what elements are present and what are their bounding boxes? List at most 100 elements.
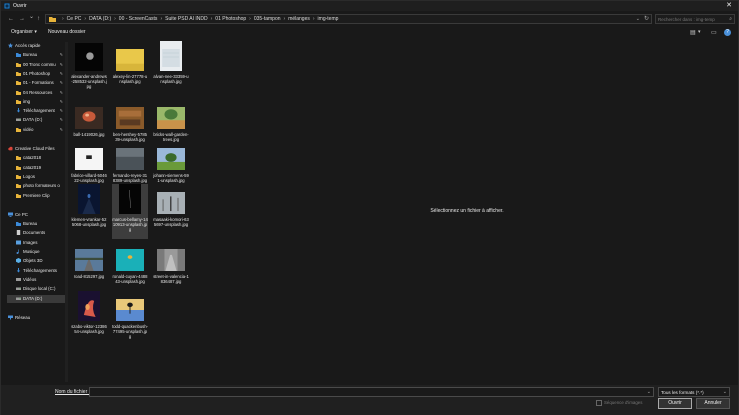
breadcrumb-separator[interactable]: ›: [284, 16, 286, 22]
sidebar-item[interactable]: Bureau ✎: [7, 51, 65, 59]
pin-icon[interactable]: ✎: [60, 52, 63, 57]
filename-dropdown-icon[interactable]: ⌄: [647, 389, 651, 395]
file-item[interactable]: masaaki-komori-635697-unsplash.jpg: [153, 184, 189, 239]
sidebar-item[interactable]: DATA (D:): [7, 294, 65, 303]
view-dropdown-icon[interactable]: ▾: [698, 29, 701, 35]
sidebar-scrollbar[interactable]: [65, 42, 68, 382]
pin-icon[interactable]: ✎: [60, 108, 63, 113]
breadcrumb-separator[interactable]: ›: [84, 16, 86, 22]
breadcrumb-separator[interactable]: ›: [160, 16, 162, 22]
sidebar-item[interactable]: Creative Cloud Files: [7, 145, 65, 153]
sidebar-item[interactable]: Documents: [7, 229, 65, 237]
file-item[interactable]: street-in-valencia-1836487.jpg: [153, 241, 189, 293]
breadcrumb-item[interactable]: img-temp: [318, 16, 339, 22]
sidebar-item[interactable]: Disque local (C:): [7, 285, 65, 293]
pin-icon[interactable]: ✎: [60, 117, 63, 122]
sidebar-item[interactable]: Musique: [7, 248, 65, 256]
breadcrumb-separator[interactable]: ›: [62, 16, 64, 22]
checkbox-box[interactable]: [596, 400, 602, 406]
sidebar-item[interactable]: Accès rapide: [7, 42, 65, 50]
file-name: street-in-valencia-1836487.jpg: [153, 274, 189, 284]
refresh-icon[interactable]: ↻: [644, 15, 649, 22]
pin-icon[interactable]: ✎: [60, 80, 63, 85]
breadcrumb-separator[interactable]: ›: [211, 16, 213, 22]
breadcrumb-item[interactable]: Suite PSD AI INDD: [165, 16, 208, 22]
pin-icon[interactable]: ✎: [60, 127, 63, 132]
file-item[interactable]: todd-quackenbush-77495-unsplash.jpg: [112, 291, 148, 346]
filename-field[interactable]: ⌄: [89, 387, 654, 397]
file-item[interactable]: alvan-nee-33359-unsplash.jpg: [153, 41, 189, 93]
breadcrumb-item[interactable]: 01 Photoshop: [215, 16, 246, 22]
sidebar-item[interactable]: Premiere Clip: [7, 192, 65, 200]
sidebar-item[interactable]: vidéo ✎: [7, 126, 65, 134]
cloud-icon: [8, 146, 13, 151]
image-thumbnail: [75, 107, 103, 129]
sidebar-item[interactable]: Téléchargements: [7, 267, 65, 275]
breadcrumb-separator[interactable]: ›: [313, 16, 315, 22]
up-arrow-icon[interactable]: ↑: [37, 15, 40, 23]
sidebar-item[interactable]: Logos: [7, 173, 65, 181]
new-folder-button[interactable]: Nouveau dossier: [48, 29, 86, 35]
image-sequence-checkbox[interactable]: Séquence d'images: [596, 400, 642, 406]
recent-locations-chevron-icon[interactable]: ⌄: [29, 13, 34, 21]
sidebar-item[interactable]: Images: [7, 239, 65, 247]
forward-arrow-icon[interactable]: →: [19, 15, 25, 23]
sidebar-item[interactable]: 04 Ressources ✎: [7, 89, 65, 97]
image-thumbnail: [116, 148, 144, 170]
sidebar-item[interactable]: Bureau: [7, 220, 65, 228]
address-bar[interactable]: › Ce PC › DATA (D:) › 00 - ScreenCasts › Suite …: [45, 14, 652, 24]
filetype-value: Tous les formats (*.*): [661, 390, 704, 395]
search-box[interactable]: ⌕: [655, 14, 735, 24]
file-name: road-815297.jpg: [73, 274, 105, 279]
sidebar-item[interactable]: 00 Tronc commu ✎: [7, 61, 65, 69]
pin-icon[interactable]: ✎: [60, 90, 63, 95]
filetype-dropdown-icon[interactable]: ⌄: [723, 389, 727, 395]
file-item[interactable]: marcus-bellamy-1410913-unsplash.jpg: [112, 184, 148, 239]
pin-icon[interactable]: ✎: [60, 99, 63, 104]
address-dropdown-icon[interactable]: ⌄: [636, 16, 640, 22]
breadcrumb-item[interactable]: 00 - ScreenCasts: [119, 16, 158, 22]
sidebar-item[interactable]: Téléchargement ✎: [7, 107, 65, 115]
file-item[interactable]: szabo-viktor-1238654-unsplash.jpg: [71, 291, 107, 346]
organize-button[interactable]: Organiser ▾: [11, 29, 37, 35]
sidebar-item[interactable]: cata2018: [7, 154, 65, 162]
sidebar-item[interactable]: photo formateurs o: [7, 182, 65, 190]
sidebar-item[interactable]: Vidéos: [7, 276, 65, 284]
sidebar-item[interactable]: Objets 3D: [7, 257, 65, 265]
breadcrumb-item[interactable]: DATA (D:): [89, 16, 111, 22]
file-item[interactable]: ronald-cuyan-448843-unsplash.jpg: [112, 241, 148, 293]
preview-pane-icon[interactable]: ▭: [711, 29, 717, 36]
view-options-icon[interactable]: ▤: [690, 29, 696, 36]
breadcrumb-item[interactable]: mélanges: [288, 16, 310, 22]
sidebar-item-label: cata2018: [23, 155, 42, 161]
filetype-select[interactable]: Tous les formats (*.*) ⌄: [658, 387, 730, 397]
address-row: ← → ⌄ ↑ › Ce PC › DATA (D:) › 00 - ScreenCast…: [1, 12, 738, 26]
file-name: ronald-cuyan-448843-unsplash.jpg: [112, 274, 148, 284]
search-input[interactable]: [658, 16, 724, 23]
breadcrumb-separator[interactable]: ›: [249, 16, 251, 22]
help-icon[interactable]: ?: [724, 29, 731, 36]
breadcrumb-item[interactable]: Ce PC: [67, 16, 82, 22]
sidebar-item[interactable]: DATA (D:) ✎: [7, 116, 65, 124]
pin-icon[interactable]: ✎: [60, 62, 63, 67]
close-icon[interactable]: ✕: [726, 2, 732, 10]
cancel-button[interactable]: Annuler: [696, 398, 730, 409]
sidebar-item[interactable]: cata2019: [7, 164, 65, 172]
sidebar-item[interactable]: img ✎: [7, 98, 65, 106]
file-name: johann-siemens-591-unsplash.jpg: [153, 173, 189, 183]
sidebar-item[interactable]: Réseau: [7, 314, 65, 322]
file-item[interactable]: alexander-andrews-258532-unsplash.jpg: [71, 41, 107, 93]
breadcrumb-separator[interactable]: ›: [114, 16, 116, 22]
file-item[interactable]: alexey-lin-27778-unsplash.jpg: [112, 41, 148, 93]
back-arrow-icon[interactable]: ←: [8, 15, 14, 23]
sidebar-item[interactable]: 01 - Formations ✎: [7, 79, 65, 87]
breadcrumb-item[interactable]: 035-tampon: [254, 16, 281, 22]
file-item[interactable]: road-815297.jpg: [71, 241, 107, 293]
file-item[interactable]: klemen-vrankar-525068-unsplash.jpg: [71, 184, 107, 239]
sidebar-item[interactable]: Ce PC: [7, 211, 65, 219]
sidebar-item[interactable]: 01 Photoshop ✎: [7, 70, 65, 78]
download-icon: [16, 267, 21, 273]
filename-label-text: Nom du fichier :: [55, 389, 91, 395]
open-button[interactable]: Ouvrir: [658, 398, 692, 409]
pin-icon[interactable]: ✎: [60, 71, 63, 76]
